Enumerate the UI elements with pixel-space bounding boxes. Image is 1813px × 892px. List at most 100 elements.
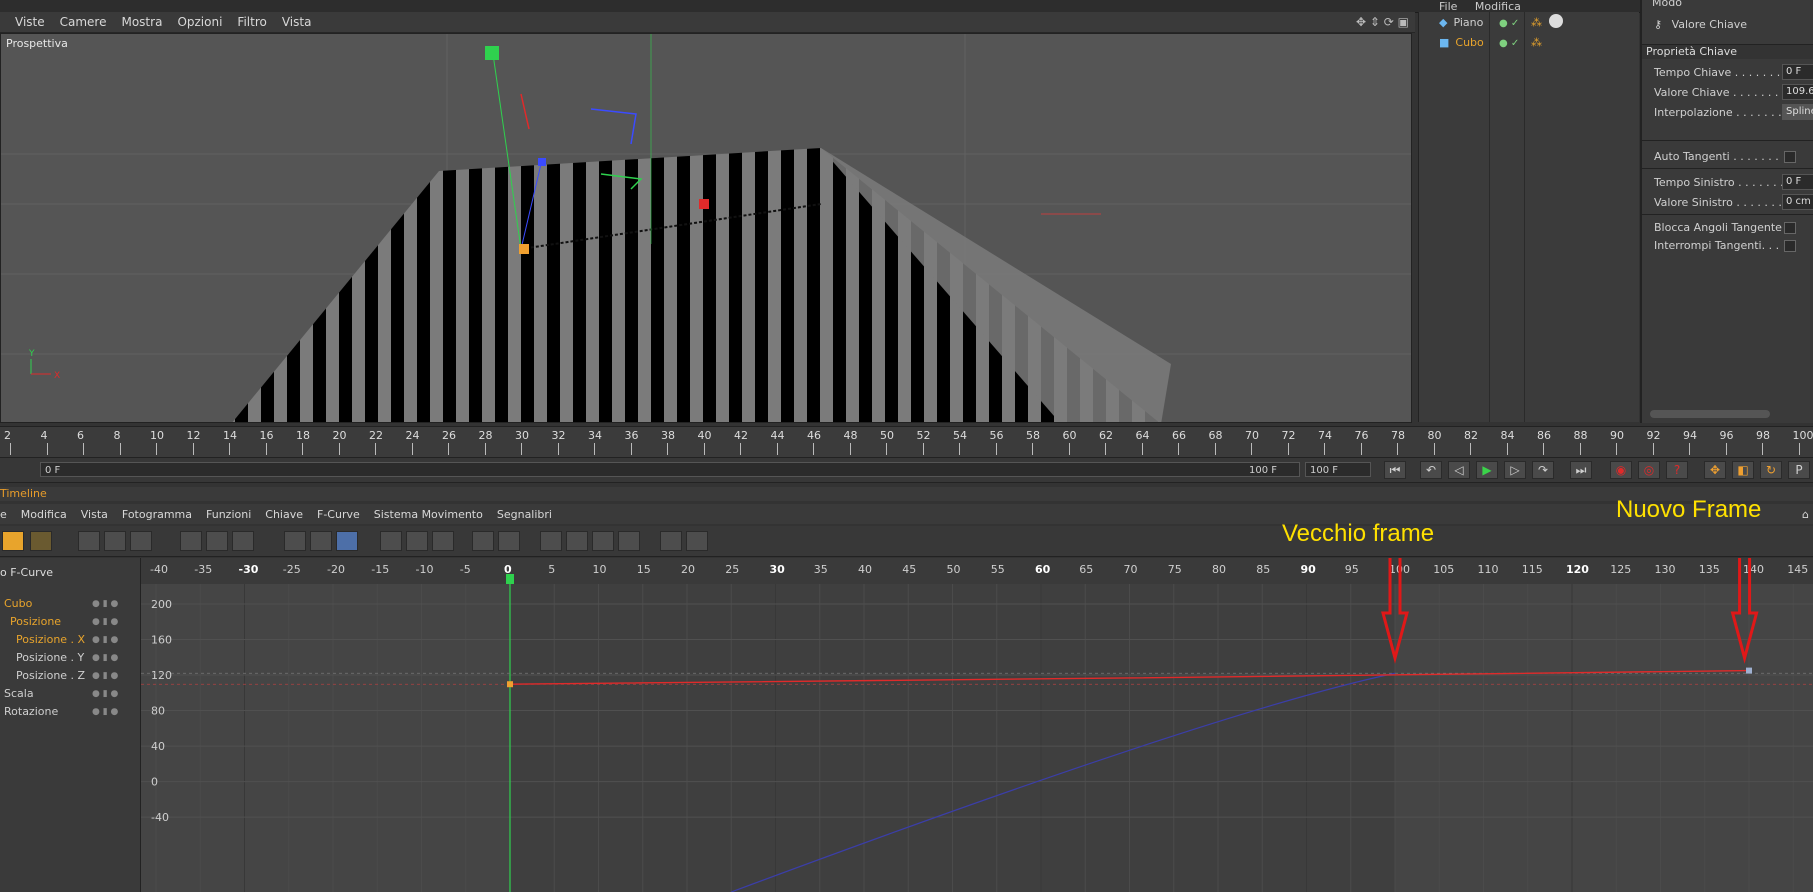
next-key-icon[interactable]: ↷ (1532, 461, 1554, 479)
curve-tool-icon[interactable] (130, 531, 152, 551)
tl-menu-fcurve[interactable]: F-Curve (317, 508, 360, 521)
viewport-nav-icons[interactable]: ✥ ⇕ ⟳ ▣ (1356, 15, 1409, 29)
tree-row[interactable]: Cubo ● ▮ ● (0, 596, 140, 612)
tl-menu-funzioni[interactable]: Funzioni (206, 508, 251, 521)
attr-valore-chiave-field[interactable]: 109.66 (1782, 84, 1813, 100)
ruler-tick-mark (1433, 443, 1435, 455)
autokey-icon[interactable]: ◎ (1638, 461, 1660, 479)
lock-icon[interactable] (566, 531, 588, 551)
dopesheet-mode-icon[interactable] (30, 531, 52, 551)
go-to-start-icon[interactable]: ⏮ (1384, 461, 1406, 479)
prev-frame-icon[interactable]: ◁ (1448, 461, 1470, 479)
interp-step-icon[interactable] (432, 531, 454, 551)
tree-row[interactable]: Posizione . Y ● ▮ ● (0, 650, 140, 666)
menu-mostra[interactable]: Mostra (121, 15, 162, 29)
fcurve-mode-icon[interactable] (2, 531, 24, 551)
tag-icon[interactable]: ⁂ (1531, 36, 1542, 49)
visibility-check-icon[interactable]: ● ✓ (1499, 18, 1519, 29)
perspective-viewport[interactable]: Y X Prospettiva (0, 33, 1412, 423)
tree-row-dots-icon[interactable]: ● ▮ ● (92, 614, 118, 630)
menu-opzioni[interactable]: Opzioni (177, 15, 222, 29)
lock-icon[interactable] (540, 531, 562, 551)
objmgr-menu-file[interactable]: File (1439, 0, 1457, 13)
frame-ruler[interactable]: 2 4 6 8 10 12 14 16 18 20 22 24 26 28 30 32 34 36 38 40 42 44… (0, 426, 1813, 458)
scale-key-icon[interactable]: ◧ (1732, 461, 1754, 479)
fcurve-graph[interactable]: -40 -35 -30 -25 -20 -15 -10 -5 0 5 10 15 20 25 30 35 40 4… (141, 558, 1813, 892)
menu-vista[interactable]: Vista (282, 15, 312, 29)
play-icon[interactable]: ▶ (1476, 461, 1498, 479)
param-key-icon[interactable]: P (1788, 461, 1810, 479)
tree-row-dots-icon[interactable]: ● ▮ ● (92, 596, 118, 612)
tree-row-dots-icon[interactable]: ● ▮ ● (92, 650, 118, 666)
preview-range-bar[interactable]: 0 F 100 F (40, 462, 1300, 477)
tree-row[interactable]: Scala ● ▮ ● (0, 686, 140, 702)
objmgr-menu-modifica[interactable]: Modifica (1475, 0, 1521, 13)
tree-row-dots-icon[interactable]: ● ▮ ● (92, 632, 118, 648)
interp-linear-icon[interactable] (406, 531, 428, 551)
tag-icon[interactable]: ⁂ (1531, 16, 1542, 29)
home-icon[interactable]: ⌂ (1802, 508, 1809, 521)
next-frame-icon[interactable]: ▷ (1504, 461, 1526, 479)
visibility-check-icon[interactable]: ● ✓ (1499, 38, 1519, 49)
tangent-icon[interactable] (336, 531, 358, 551)
tree-row-dots-icon[interactable]: ● ▮ ● (92, 704, 118, 720)
attr-scrollbar[interactable] (1650, 410, 1770, 418)
tree-row-dots-icon[interactable]: ● ▮ ● (92, 668, 118, 684)
prev-key-icon[interactable]: ↶ (1420, 461, 1442, 479)
tl-menu-vista[interactable]: Vista (81, 508, 108, 521)
lock-icon[interactable] (592, 531, 614, 551)
record-icon[interactable]: ◉ (1610, 461, 1632, 479)
tl-menu-segnalibri[interactable]: Segnalibri (497, 508, 552, 521)
tree-row-label: Cubo (4, 597, 33, 610)
curve-tool-icon[interactable] (78, 531, 100, 551)
attr-tempo-chiave-field[interactable]: 0 F (1782, 64, 1813, 80)
lock-icon[interactable] (618, 531, 640, 551)
tree-row[interactable]: Posizione . Z ● ▮ ● (0, 668, 140, 684)
add-key-icon[interactable] (206, 531, 228, 551)
tree-row-label: Scala (4, 687, 34, 700)
attr-valore-sinistro-field[interactable]: 0 cm (1782, 194, 1813, 210)
auto-tangenti-checkbox[interactable] (1784, 151, 1796, 163)
ruler-tick-label: 80 (1427, 429, 1442, 442)
menu-camere[interactable]: Camere (60, 15, 107, 29)
add-key-icon[interactable] (180, 531, 202, 551)
go-to-end-icon[interactable]: ⏭ (1570, 461, 1592, 479)
zero-tangent-icon[interactable] (660, 531, 682, 551)
tangent-icon[interactable] (310, 531, 332, 551)
blocca-angoli-checkbox[interactable] (1784, 222, 1796, 234)
tree-row[interactable]: Posizione . X ● ▮ ● (0, 632, 140, 648)
ruler-tick-mark (1032, 443, 1033, 455)
interrompi-tangenti-checkbox[interactable] (1784, 240, 1796, 252)
attr-label: Tempo Chiave . . . . . . . . (1654, 66, 1788, 79)
attr-mode-menu[interactable]: Modo (1652, 0, 1682, 9)
tree-row[interactable]: Posizione ● ▮ ● (0, 614, 140, 630)
interp-spline-icon[interactable] (380, 531, 402, 551)
ruler-tick-mark (1543, 443, 1544, 455)
move-key-icon[interactable]: ✥ (1704, 461, 1726, 479)
attr-tempo-sinistro-field[interactable]: 0 F (1782, 174, 1813, 190)
tangent-icon[interactable] (284, 531, 306, 551)
tl-menu-chiave[interactable]: Chiave (265, 508, 303, 521)
ruler-tick-mark (46, 443, 48, 455)
tree-row-dots-icon[interactable]: ● ▮ ● (92, 686, 118, 702)
menu-filtro[interactable]: Filtro (237, 15, 266, 29)
object-row-piano[interactable]: ◆ Piano (1439, 16, 1483, 29)
tl-menu-sistema-movimento[interactable]: Sistema Movimento (374, 508, 483, 521)
help-icon[interactable]: ? (1666, 461, 1688, 479)
zoom-fit-icon[interactable] (498, 531, 520, 551)
zoom-fit-icon[interactable] (472, 531, 494, 551)
zero-tangent-icon[interactable] (686, 531, 708, 551)
end-frame-field[interactable]: 100 F (1305, 462, 1371, 477)
object-row-cubo[interactable]: ■ Cubo (1439, 36, 1484, 49)
tl-menu-fotogramma[interactable]: Fotogramma (122, 508, 192, 521)
tl-menu-item[interactable]: e (0, 508, 7, 521)
curve-tool-icon[interactable] (104, 531, 126, 551)
attr-interpolazione-select[interactable]: Spline (1782, 104, 1813, 120)
delete-key-icon[interactable] (232, 531, 254, 551)
tree-row[interactable]: Rotazione ● ▮ ● (0, 704, 140, 720)
menu-viste[interactable]: Viste (15, 15, 45, 29)
ruler-tick-mark (1397, 443, 1398, 455)
material-icon[interactable] (1549, 14, 1563, 28)
rotate-key-icon[interactable]: ↻ (1760, 461, 1782, 479)
tl-menu-modifica[interactable]: Modifica (21, 508, 67, 521)
